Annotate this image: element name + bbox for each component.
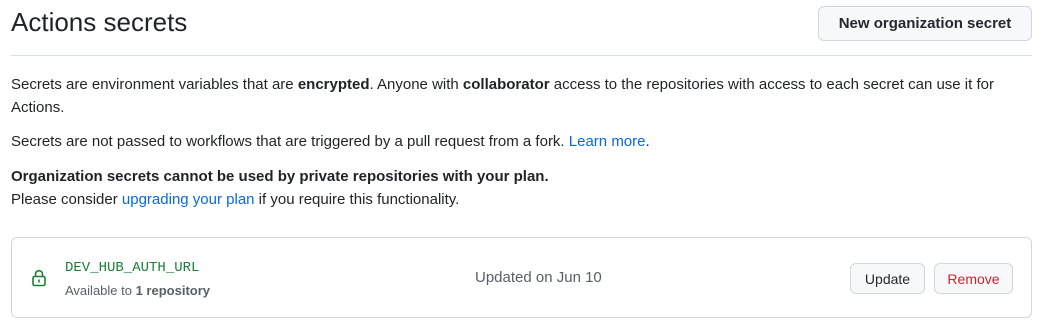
encrypted-emphasis: encrypted bbox=[297, 76, 370, 93]
secret-availability: Available to 1 repository bbox=[65, 282, 210, 300]
availability-prefix: Available to bbox=[65, 283, 136, 298]
plan-upgrade-note: Please consider upgrading your plan if y… bbox=[11, 188, 1026, 211]
page-title: Actions secrets bbox=[11, 7, 188, 37]
remove-secret-button[interactable]: Remove bbox=[934, 263, 1013, 294]
upgrade-note-text: Please consider bbox=[11, 191, 122, 208]
secret-name: DEV_HUB_AUTH_URL bbox=[65, 260, 200, 276]
update-secret-button[interactable]: Update bbox=[850, 263, 925, 294]
upgrade-plan-link[interactable]: upgrading your plan bbox=[122, 191, 255, 208]
collaborator-emphasis: collaborator bbox=[462, 76, 550, 93]
learn-more-link[interactable]: Learn more bbox=[569, 133, 646, 150]
secret-updated-date: Updated on Jun 10 bbox=[475, 269, 602, 286]
new-organization-secret-button[interactable]: New organization secret bbox=[818, 6, 1032, 41]
lock-icon bbox=[32, 269, 46, 287]
secret-row: DEV_HUB_AUTH_URL Available to 1 reposito… bbox=[11, 237, 1032, 318]
plan-warning-text: Organization secrets cannot be used by p… bbox=[11, 168, 549, 185]
plan-warning-heading: Organization secrets cannot be used by p… bbox=[11, 165, 1026, 188]
secrets-description: Secrets are environment variables that a… bbox=[11, 73, 1026, 119]
description-text: . Anyone with bbox=[369, 76, 463, 93]
description-text: Secrets are environment variables that a… bbox=[11, 76, 298, 93]
fork-notice: Secrets are not passed to workflows that… bbox=[11, 130, 1026, 153]
fork-notice-text: Secrets are not passed to workflows that… bbox=[11, 133, 569, 150]
repository-count: 1 repository bbox=[135, 283, 211, 298]
upgrade-note-text-end: if you require this functionality. bbox=[254, 191, 460, 208]
fork-notice-end: . bbox=[645, 133, 650, 150]
page-header: Actions secrets New organization secret bbox=[11, 0, 1032, 56]
